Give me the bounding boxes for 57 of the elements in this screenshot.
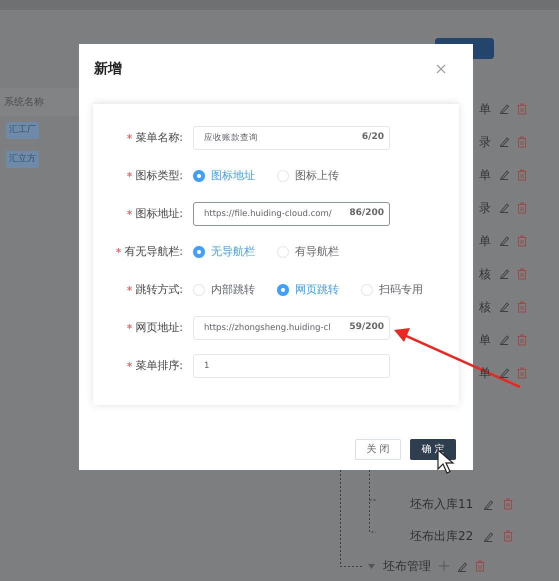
radio-option[interactable]: 扫码专用 xyxy=(361,282,423,298)
field-label: 图标地址: xyxy=(135,206,183,222)
edit-icon[interactable] xyxy=(499,268,509,279)
dialog-title: 新增 xyxy=(94,60,122,78)
field-label: 有无导航栏: xyxy=(124,244,183,260)
tree-node-label: 坯布管理 xyxy=(383,558,431,575)
field-label: 网页地址: xyxy=(135,320,183,336)
delete-icon[interactable] xyxy=(517,268,527,280)
tree-node-label: 单 xyxy=(478,166,491,184)
tree-node-label: 录 xyxy=(478,200,491,216)
add-icon[interactable] xyxy=(439,561,449,571)
edit-icon[interactable] xyxy=(499,301,509,312)
close-icon[interactable] xyxy=(436,64,446,74)
delete-icon[interactable] xyxy=(517,366,527,378)
field-label: 菜单名称: xyxy=(135,130,183,146)
delete-icon[interactable] xyxy=(517,334,527,346)
edit-icon[interactable] xyxy=(499,103,509,114)
field-label: 图标类型: xyxy=(135,168,183,184)
delete-icon[interactable] xyxy=(517,300,527,312)
tree-node-label: 核 xyxy=(478,298,491,316)
delete-icon[interactable] xyxy=(517,168,527,180)
edit-icon[interactable] xyxy=(499,136,509,147)
edit-icon[interactable] xyxy=(499,235,509,246)
edit-icon[interactable] xyxy=(457,560,467,572)
tree-node-label: 单 xyxy=(478,332,491,348)
close-button[interactable]: 关闭 xyxy=(355,439,401,460)
edit-icon[interactable] xyxy=(499,367,509,378)
edit-icon[interactable] xyxy=(499,169,509,180)
delete-icon[interactable] xyxy=(517,234,527,246)
radio-option[interactable]: 有导航栏 xyxy=(277,244,339,260)
tree-node-label: 坯布入库11 xyxy=(410,496,474,513)
edit-icon[interactable] xyxy=(499,334,509,345)
tree-node-label: 坯布出库22 xyxy=(410,528,474,545)
delete-icon[interactable] xyxy=(475,560,485,572)
field-label: 菜单排序: xyxy=(135,358,183,374)
tree-node-label: 单 xyxy=(478,232,491,250)
edit-icon[interactable] xyxy=(483,498,494,510)
tree-node-label: 核 xyxy=(478,266,491,282)
radio-option[interactable]: 图标上传 xyxy=(277,168,339,184)
input-field[interactable]: 1 xyxy=(193,354,390,378)
tag: 汇工厂 xyxy=(6,122,39,140)
edit-icon[interactable] xyxy=(499,202,509,213)
input-field[interactable]: https://zhongsheng.huiding-cl 59/200 xyxy=(193,316,390,340)
input-field[interactable]: https://file.huiding-cloud.com/ 86/200 xyxy=(193,202,390,226)
input-field[interactable]: 应收账款查询 6/20 xyxy=(193,126,390,150)
delete-icon[interactable] xyxy=(503,498,514,510)
delete-icon[interactable] xyxy=(517,102,527,114)
delete-icon[interactable] xyxy=(503,530,514,542)
caret-icon[interactable] xyxy=(368,562,375,570)
edit-icon[interactable] xyxy=(483,530,494,542)
radio-option[interactable]: 内部跳转 xyxy=(193,282,255,298)
field-label: 跳转方式: xyxy=(135,282,183,298)
tree-node-label: 录 xyxy=(478,134,491,150)
delete-icon[interactable] xyxy=(517,202,527,214)
tag: 汇立方 xyxy=(6,150,39,168)
delete-icon[interactable] xyxy=(517,136,527,148)
tree-node-label: 单 xyxy=(478,100,491,118)
